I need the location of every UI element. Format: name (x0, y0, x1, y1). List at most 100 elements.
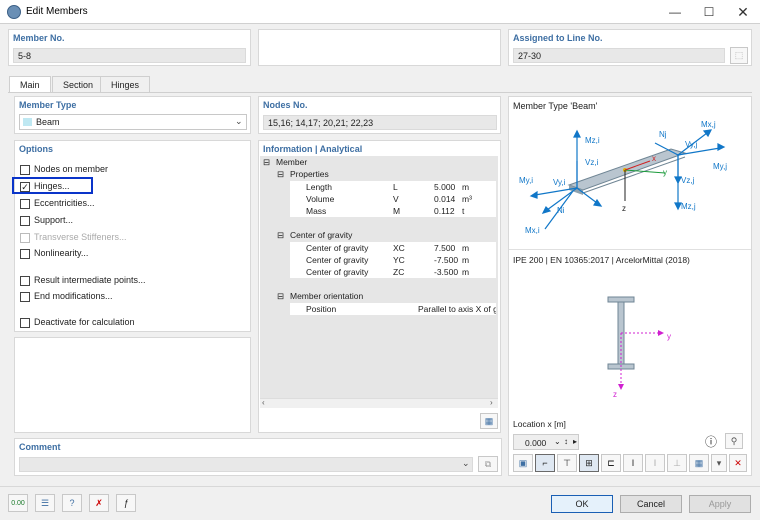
section-drawing: y z (607, 296, 671, 399)
scroll-left-icon[interactable]: ‹ (262, 398, 265, 407)
tree-toggle-cog[interactable]: ⊟ (277, 230, 284, 242)
reset-view-icon[interactable]: ✕ (729, 454, 747, 472)
view-render-icon[interactable]: ▣ (513, 454, 533, 472)
play-icon[interactable]: ▸ (573, 437, 577, 446)
hinges-checkbox[interactable]: ✓ (20, 182, 30, 192)
label-vyj: Vy,j (685, 140, 698, 149)
horizontal-scrollbar[interactable]: ‹ › (260, 398, 498, 408)
tree-toggle-orientation[interactable]: ⊟ (277, 291, 284, 303)
delete-icon[interactable]: ✗ (89, 494, 109, 512)
member-type-select[interactable]: Beam ⌄ (19, 114, 247, 130)
cgx-name: Center of gravity (306, 243, 369, 253)
nodes-panel: Nodes No. 15,16; 14,17; 20,21; 22,23 (258, 96, 501, 134)
nodes-field[interactable]: 15,16; 14,17; 20,21; 22,23 (263, 115, 497, 130)
ibeam-alt-icon[interactable]: I (645, 454, 665, 472)
tree-cog: Center of gravity (290, 230, 353, 240)
label-vzj: Vz,j (681, 176, 695, 185)
label-nj: Nj (659, 130, 667, 139)
preview-divider (509, 249, 751, 250)
options-dropdown-icon[interactable]: ▾ (711, 454, 727, 472)
mass-unit: t (462, 206, 465, 216)
eccentricities-label: Eccentricities... (34, 198, 95, 208)
assigned-field[interactable]: 27-30 (513, 48, 725, 63)
deactivate-checkbox[interactable] (20, 318, 30, 328)
footer-divider (0, 486, 760, 487)
cgx-unit: m (462, 243, 470, 253)
chevron-down-icon[interactable]: ⌄ (554, 437, 561, 446)
pin-icon[interactable]: ⚲ (725, 433, 743, 449)
select-list-icon[interactable]: ☰ (35, 494, 55, 512)
eccentricities-checkbox[interactable] (20, 199, 30, 209)
support-checkbox[interactable] (20, 216, 30, 226)
apply-button[interactable]: Apply (689, 495, 751, 513)
cgy-sym: YC (393, 255, 405, 265)
axis-view-icon[interactable]: ⊞ (579, 454, 599, 472)
function-icon[interactable]: ƒ (116, 494, 136, 512)
stress-points-icon[interactable]: ⊏ (601, 454, 621, 472)
cgz-unit: m (462, 267, 470, 277)
tab-section[interactable]: Section (52, 76, 105, 92)
length-val: 5.000 (434, 182, 456, 192)
tree-toggle-properties[interactable]: ⊟ (277, 169, 284, 181)
info-icon[interactable]: ⓘ (702, 433, 720, 449)
location-stepper[interactable]: 0.000 ⌄ ↕ ▸ (513, 434, 579, 450)
end-modifications-checkbox[interactable] (20, 292, 30, 302)
beam-diagram: Mz,i Vz,i My,i Vy,i Ni Mx,i Nj Mx,j Vy,j… (519, 120, 727, 235)
comment-library-icon[interactable]: ⧉ (478, 456, 498, 472)
mass-sym: M (393, 206, 401, 216)
dimension-icon[interactable]: ⊤ (557, 454, 577, 472)
nonlinearity-checkbox[interactable] (20, 249, 30, 259)
flange-icon[interactable]: ⊥ (667, 454, 687, 472)
tab-hinges[interactable]: Hinges (100, 76, 151, 92)
ok-button[interactable]: OK (551, 495, 613, 513)
info-label: Information | Analytical (263, 144, 363, 154)
assigned-label: Assigned to Line No. (513, 33, 603, 43)
member-no-label: Member No. (13, 33, 65, 43)
table-icon[interactable]: ▦ (480, 413, 498, 429)
maximize-icon[interactable]: ☐ (692, 0, 726, 24)
nonlinearity-label: Nonlinearity... (34, 248, 89, 258)
select-line-icon[interactable]: ⬚ (730, 47, 748, 64)
cgy-val: -7.500 (434, 255, 459, 265)
comment-panel: Comment ⌄ ⧉ (14, 438, 502, 476)
spin-icon[interactable]: ↕ (564, 437, 568, 446)
volume-name: Volume (306, 194, 335, 204)
section-axis-y: y (667, 332, 671, 341)
label-x: x (652, 154, 656, 163)
label-vzi: Vz,i (585, 158, 599, 167)
help-icon[interactable]: ? (62, 494, 82, 512)
section-view-icon[interactable]: ⌐ (535, 454, 555, 472)
deactivate-label: Deactivate for calculation (34, 317, 135, 327)
label-mxj: Mx,j (701, 120, 716, 129)
end-modifications-label: End modifications... (34, 291, 113, 301)
close-icon[interactable]: ✕ (726, 0, 760, 24)
tab-main[interactable]: Main (9, 76, 51, 93)
location-label: Location x [m] (513, 419, 566, 429)
cgz-sym: ZC (393, 267, 405, 277)
cancel-button[interactable]: Cancel (620, 495, 682, 513)
label-mzi: Mz,i (585, 136, 600, 145)
comment-input[interactable] (19, 457, 473, 472)
location-value: 0.000 (525, 438, 547, 448)
mass-name: Mass (306, 206, 327, 216)
scroll-right-icon[interactable]: › (490, 398, 493, 407)
length-unit: m (462, 182, 470, 192)
grid-icon[interactable]: ▦ (689, 454, 709, 472)
volume-unit: m³ (462, 194, 472, 204)
window-title: Edit Members (26, 6, 88, 17)
minimize-icon[interactable]: — (658, 0, 692, 24)
result-intermediate-checkbox[interactable] (20, 276, 30, 286)
ibeam-icon[interactable]: I (623, 454, 643, 472)
options-label: Options (19, 144, 53, 154)
tree-toggle-member[interactable]: ⊟ (263, 157, 270, 169)
info-tree: ⊟ Member ⊟ Properties Length L 5.000 m V… (260, 156, 498, 406)
nodes-on-member-checkbox[interactable] (20, 165, 30, 175)
assigned-panel: Assigned to Line No. 27-30 ⬚ (508, 29, 752, 66)
member-no-field[interactable]: 5-8 (13, 48, 246, 63)
section-text: IPE 200 | EN 10365:2017 | ArcelorMittal … (513, 255, 690, 265)
chevron-down-icon[interactable]: ⌄ (462, 458, 470, 469)
hinges-label: Hinges... (34, 181, 70, 191)
units-icon[interactable]: 0.00 (8, 494, 28, 512)
length-sym: L (393, 182, 398, 192)
info-panel: Information | Analytical ⊟ Member ⊟ Prop… (258, 140, 501, 433)
